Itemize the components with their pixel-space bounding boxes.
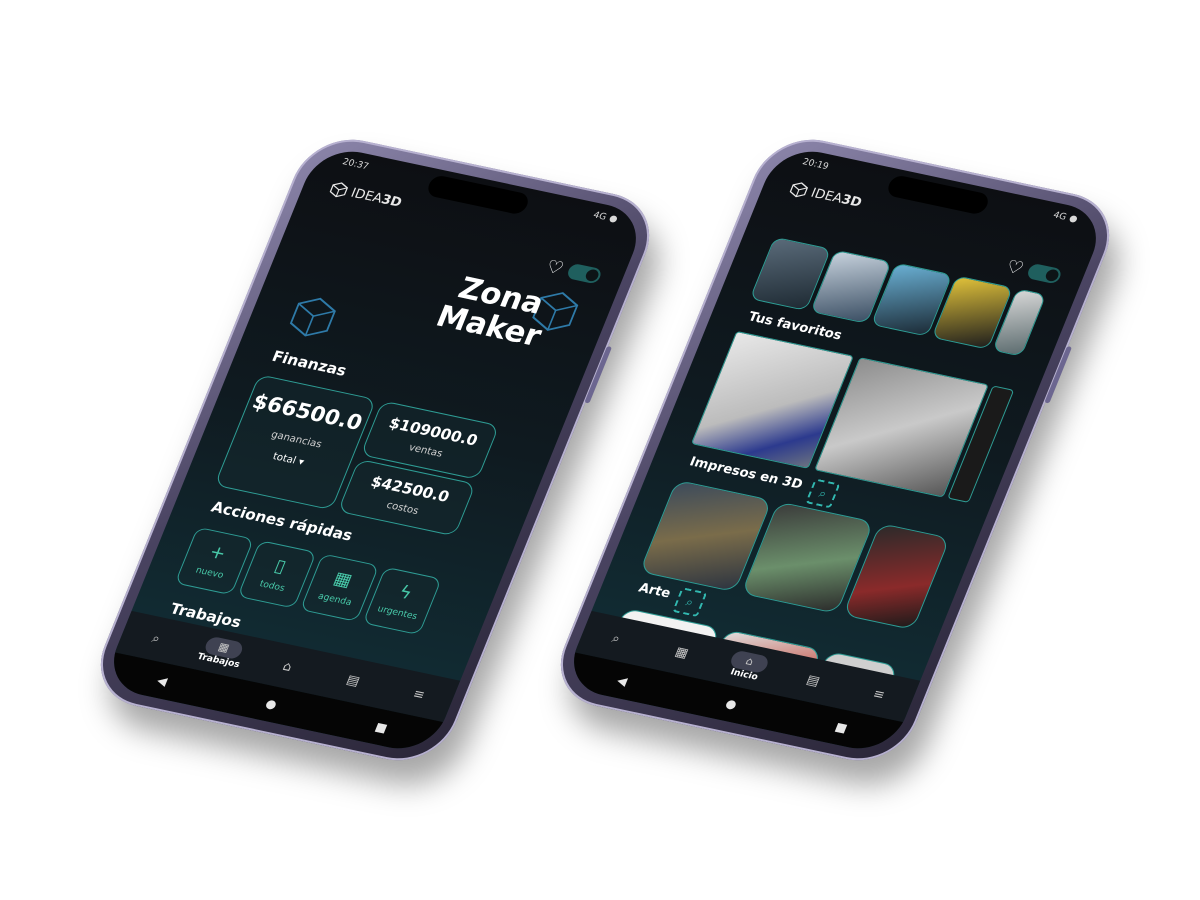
back-icon[interactable]: ◀ <box>155 673 169 688</box>
recents-icon[interactable]: ■ <box>373 720 389 736</box>
cube-decor-icon <box>289 297 336 337</box>
nav-home[interactable]: ⌂ <box>260 654 315 679</box>
home-circle-icon[interactable]: ● <box>723 696 739 711</box>
scan-search-icon[interactable]: ⌕ <box>805 478 841 509</box>
chevron-down-icon: ▾ <box>296 456 306 469</box>
page-title: Zona Maker <box>431 271 558 354</box>
cube-logo-icon <box>329 182 349 198</box>
period-value: total <box>270 451 298 467</box>
document-icon: ▯ <box>271 555 290 578</box>
finanzas-heading: Finanzas <box>269 347 350 380</box>
nav-search[interactable]: ⌕ <box>129 626 184 651</box>
checklist-icon: ≡ <box>870 686 888 703</box>
grid-icon: ▦ <box>672 644 691 661</box>
logo-text: IDEA3D <box>349 185 404 210</box>
app-logo[interactable]: IDEA3D <box>787 179 865 211</box>
battery-icon <box>1068 214 1079 224</box>
status-indicators: 4G <box>1051 210 1079 225</box>
nav-list[interactable]: ≡ <box>852 682 907 707</box>
logo-text-3d: 3D <box>839 191 865 211</box>
arte-heading: Arte <box>636 580 673 602</box>
checklist-icon: ≡ <box>410 686 428 703</box>
theme-toggle[interactable] <box>1025 262 1064 285</box>
theme-toggle[interactable] <box>565 262 604 285</box>
scan-search-icon[interactable]: ⌕ <box>671 587 708 618</box>
calendar-icon: ▦ <box>330 567 356 592</box>
nav-home[interactable]: ⌂ Inicio <box>718 648 778 685</box>
printer-icon: ▤ <box>344 672 363 689</box>
nav-search[interactable]: ⌕ <box>589 626 644 651</box>
nav-printer[interactable]: ▤ <box>786 668 841 693</box>
battery-icon <box>608 214 619 224</box>
search-icon: ⌕ <box>609 630 623 647</box>
home-circle-icon[interactable]: ● <box>263 696 279 711</box>
grid-icon: ▦ <box>216 640 232 655</box>
logo-text: IDEA3D <box>809 185 864 210</box>
home-icon: ⌂ <box>280 658 295 675</box>
nav-trabajos[interactable]: ▦ <box>654 640 709 665</box>
printer-icon: ▤ <box>804 672 823 689</box>
network-label: 4G <box>591 210 608 223</box>
network-label: 4G <box>1051 210 1068 223</box>
status-indicators: 4G <box>591 210 619 225</box>
lightning-icon: ϟ <box>395 581 416 605</box>
status-time: 20:37 <box>340 157 370 173</box>
app-logo[interactable]: IDEA3D <box>327 179 405 211</box>
nav-trabajos[interactable]: ▦ Trabajos <box>192 634 252 671</box>
recents-icon[interactable]: ■ <box>833 720 849 736</box>
back-icon[interactable]: ◀ <box>615 673 629 688</box>
cube-logo-icon <box>789 182 809 198</box>
nav-printer[interactable]: ▤ <box>326 668 381 693</box>
nav-list[interactable]: ≡ <box>392 682 447 707</box>
search-icon: ⌕ <box>149 630 163 647</box>
heart-icon[interactable]: ♡ <box>543 256 567 279</box>
logo-text-3d: 3D <box>379 191 405 211</box>
heart-icon[interactable]: ♡ <box>1003 256 1027 279</box>
plus-icon: + <box>206 541 229 565</box>
status-time: 20:19 <box>800 157 830 173</box>
home-icon: ⌂ <box>743 654 756 669</box>
